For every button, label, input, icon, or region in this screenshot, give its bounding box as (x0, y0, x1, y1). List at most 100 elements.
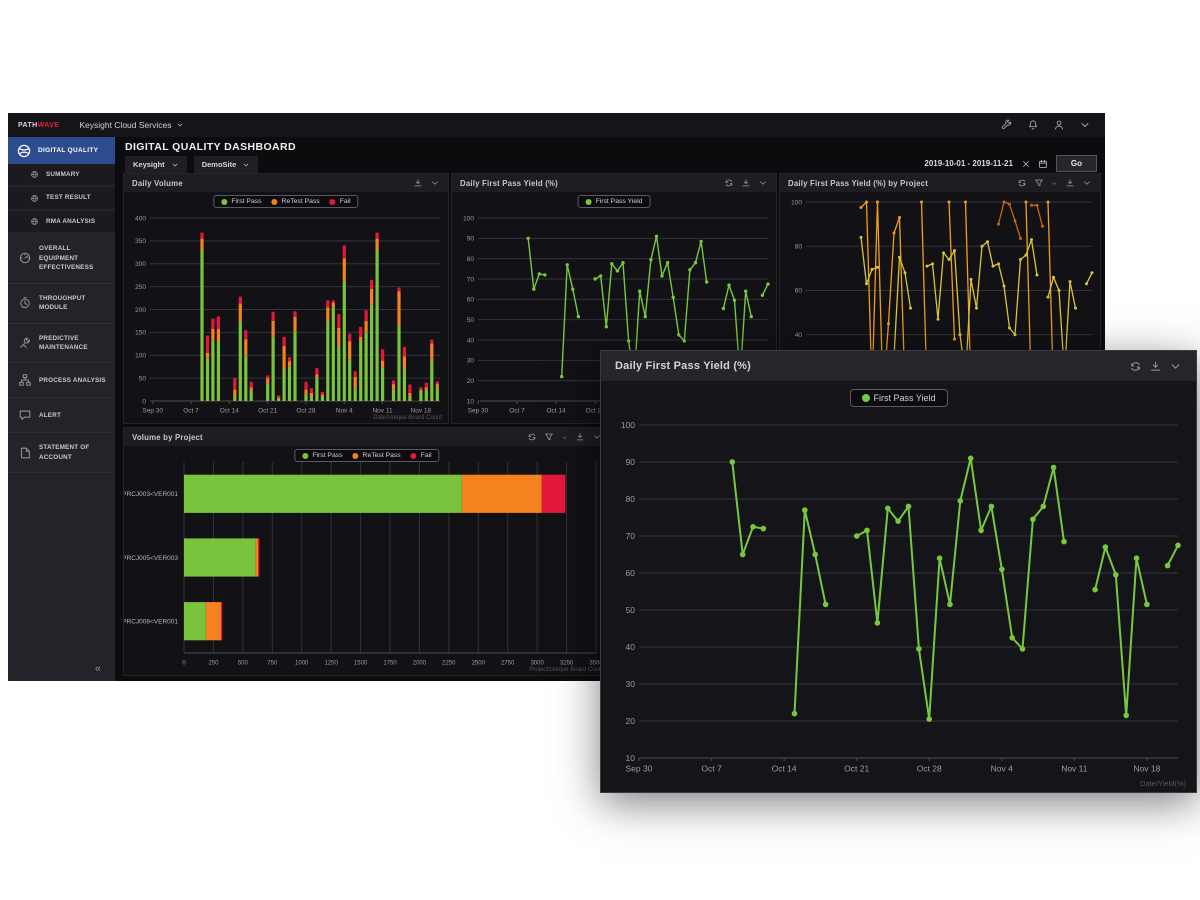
volume-by-project-chart: 0250500750100012501500175020002250250027… (124, 446, 610, 675)
svg-text:250: 250 (208, 661, 219, 667)
sidebar-item-test-result[interactable]: TEST RESULT (8, 187, 115, 208)
chat-icon (18, 408, 32, 422)
org-select-value: Keysight (133, 160, 165, 169)
svg-text:100: 100 (463, 215, 474, 222)
svg-text:60: 60 (795, 288, 803, 295)
sidebar-item-label: PREDICTIVE MAINTENANCE (39, 334, 109, 353)
app-menu-label: Keysight Cloud Services (79, 120, 171, 130)
svg-text:PRCJ003<VER001: PRCJ003<VER001 (124, 491, 178, 498)
chevron-down-icon[interactable] (758, 178, 768, 188)
svg-text:60: 60 (626, 568, 636, 578)
svg-text:40: 40 (467, 337, 475, 344)
svg-text:20: 20 (467, 378, 475, 385)
document-icon (18, 446, 32, 460)
axis-caption: Project/Unique Board Count (529, 667, 604, 673)
svg-text:Nov 11: Nov 11 (372, 408, 392, 415)
sync-icon[interactable] (724, 178, 734, 188)
svg-text:Sep 30: Sep 30 (626, 764, 653, 774)
svg-text:50: 50 (139, 375, 147, 382)
svg-text:50: 50 (626, 605, 636, 615)
download-icon[interactable] (575, 432, 585, 442)
sidebar-header[interactable]: DIGITAL QUALITY (8, 137, 115, 164)
svg-text:Nov 18: Nov 18 (411, 408, 432, 415)
legend-item[interactable]: ReTest Pass (353, 452, 401, 459)
panel-title: Daily First Pass Yield (%) (460, 179, 558, 188)
legend-item[interactable]: First Pass Yield (861, 393, 935, 403)
globe-icon (30, 170, 39, 179)
sidebar-collapse-button[interactable]: « (95, 663, 101, 675)
legend-item[interactable]: First Pass (302, 452, 342, 459)
chevron-down-icon[interactable] (1079, 119, 1091, 131)
download-icon[interactable] (1065, 178, 1075, 188)
svg-text:Oct 21: Oct 21 (258, 408, 278, 415)
svg-text:Nov 4: Nov 4 (336, 408, 353, 415)
legend-item[interactable]: Fail (330, 198, 351, 205)
sidebar-item-throughput-module[interactable]: THROUGHPUT MODULE (8, 284, 115, 324)
date-icons (1021, 159, 1048, 169)
popup-header[interactable]: Daily First Pass Yield (%) (601, 351, 1196, 381)
legend-item[interactable]: First Pass (221, 198, 261, 205)
download-icon[interactable] (741, 178, 751, 188)
svg-text:60: 60 (467, 297, 475, 304)
svg-text:40: 40 (626, 642, 636, 652)
legend-dot (353, 453, 359, 459)
legend-dot (586, 199, 592, 205)
popup-title: Daily First Pass Yield (%) (615, 360, 751, 372)
legend-item[interactable]: ReTest Pass (272, 198, 320, 205)
sync-icon[interactable] (527, 432, 537, 442)
filter-icon[interactable] (1034, 178, 1044, 188)
filter-icon[interactable] (544, 432, 554, 442)
sync-icon[interactable] (1129, 360, 1142, 373)
svg-text:Oct 28: Oct 28 (917, 764, 942, 774)
sidebar-item-rma-analysis[interactable]: RMA ANALYSIS (8, 211, 115, 232)
org-select[interactable]: Keysight (125, 156, 187, 173)
sidebar-item-label: SUMMARY (46, 170, 80, 179)
download-icon[interactable] (413, 178, 423, 188)
popup-fpy-chart: 102030405060708090100Sep 30Oct 7Oct 14Oc… (601, 381, 1196, 792)
panel-body: First Pass ReTest Pass Fail 05010015020025… (124, 192, 448, 423)
sync-icon[interactable] (1017, 178, 1027, 188)
flowchart-icon (18, 373, 32, 387)
legend-label: ReTest Pass (363, 452, 401, 459)
close-icon[interactable] (1021, 159, 1031, 169)
user-icon[interactable] (1053, 119, 1065, 131)
panel-volume-by-project: Volume by Project First PassReTest PassF… (123, 427, 611, 676)
panel-title: Daily First Pass Yield (%) by Project (788, 179, 928, 188)
chevron-small-icon[interactable] (1051, 180, 1058, 187)
go-button[interactable]: Go (1056, 155, 1097, 172)
svg-text:3250: 3250 (560, 661, 574, 667)
svg-text:70: 70 (626, 531, 636, 541)
panel-body: First Pass ReTest Pass Fail 02505007501000… (124, 446, 610, 675)
sidebar-item-overall-equipment-effectiveness[interactable]: OVERALL EQUIPMENT EFFECTIVENESS (8, 234, 115, 283)
axis-caption: Date/Unique Board Count (373, 415, 442, 421)
legend-item[interactable]: First Pass Yield (586, 198, 643, 205)
svg-text:40: 40 (795, 332, 803, 339)
legend-item[interactable]: Fail (411, 452, 432, 459)
date-range[interactable]: 2019-10-01 - 2019-11-21 (924, 159, 1013, 168)
daily-volume-chart: 050100150200250300350400Sep 30Oct 7Oct 1… (124, 192, 448, 423)
chevron-down-icon[interactable] (1082, 178, 1092, 188)
sidebar-item-statement-of-account[interactable]: STATEMENT OF ACCOUNT (8, 433, 115, 473)
download-icon[interactable] (1149, 360, 1162, 373)
filter-chips: Keysight DemoSite (125, 156, 258, 173)
chevron-down-icon (171, 161, 179, 169)
wrench-icon[interactable] (1001, 119, 1013, 131)
sidebar-item-alert[interactable]: ALERT (8, 398, 115, 433)
panel-header: Daily First Pass Yield (%) by Project (780, 174, 1100, 192)
svg-text:Oct 7: Oct 7 (183, 408, 199, 415)
chevron-down-icon[interactable] (1169, 360, 1182, 373)
calendar-icon[interactable] (1038, 159, 1048, 169)
sidebar-item-process-analysis[interactable]: PROCESS ANALYSIS (8, 363, 115, 398)
app-menu[interactable]: Keysight Cloud Services (79, 120, 184, 130)
popup-body: First Pass Yield 102030405060708090100Se… (601, 381, 1196, 792)
sidebar-item-summary[interactable]: SUMMARY (8, 164, 115, 185)
panel-title: Volume by Project (132, 433, 203, 442)
chevron-small-icon[interactable] (561, 434, 568, 441)
bell-icon[interactable] (1027, 119, 1039, 131)
panel-title: Daily Volume (132, 179, 183, 188)
chevron-down-icon[interactable] (430, 178, 440, 188)
site-select[interactable]: DemoSite (194, 156, 259, 173)
sidebar-item-predictive-maintenance[interactable]: PREDICTIVE MAINTENANCE (8, 324, 115, 364)
svg-text:250: 250 (135, 284, 146, 291)
pathwave-logo: PATHWAVE (18, 122, 59, 129)
